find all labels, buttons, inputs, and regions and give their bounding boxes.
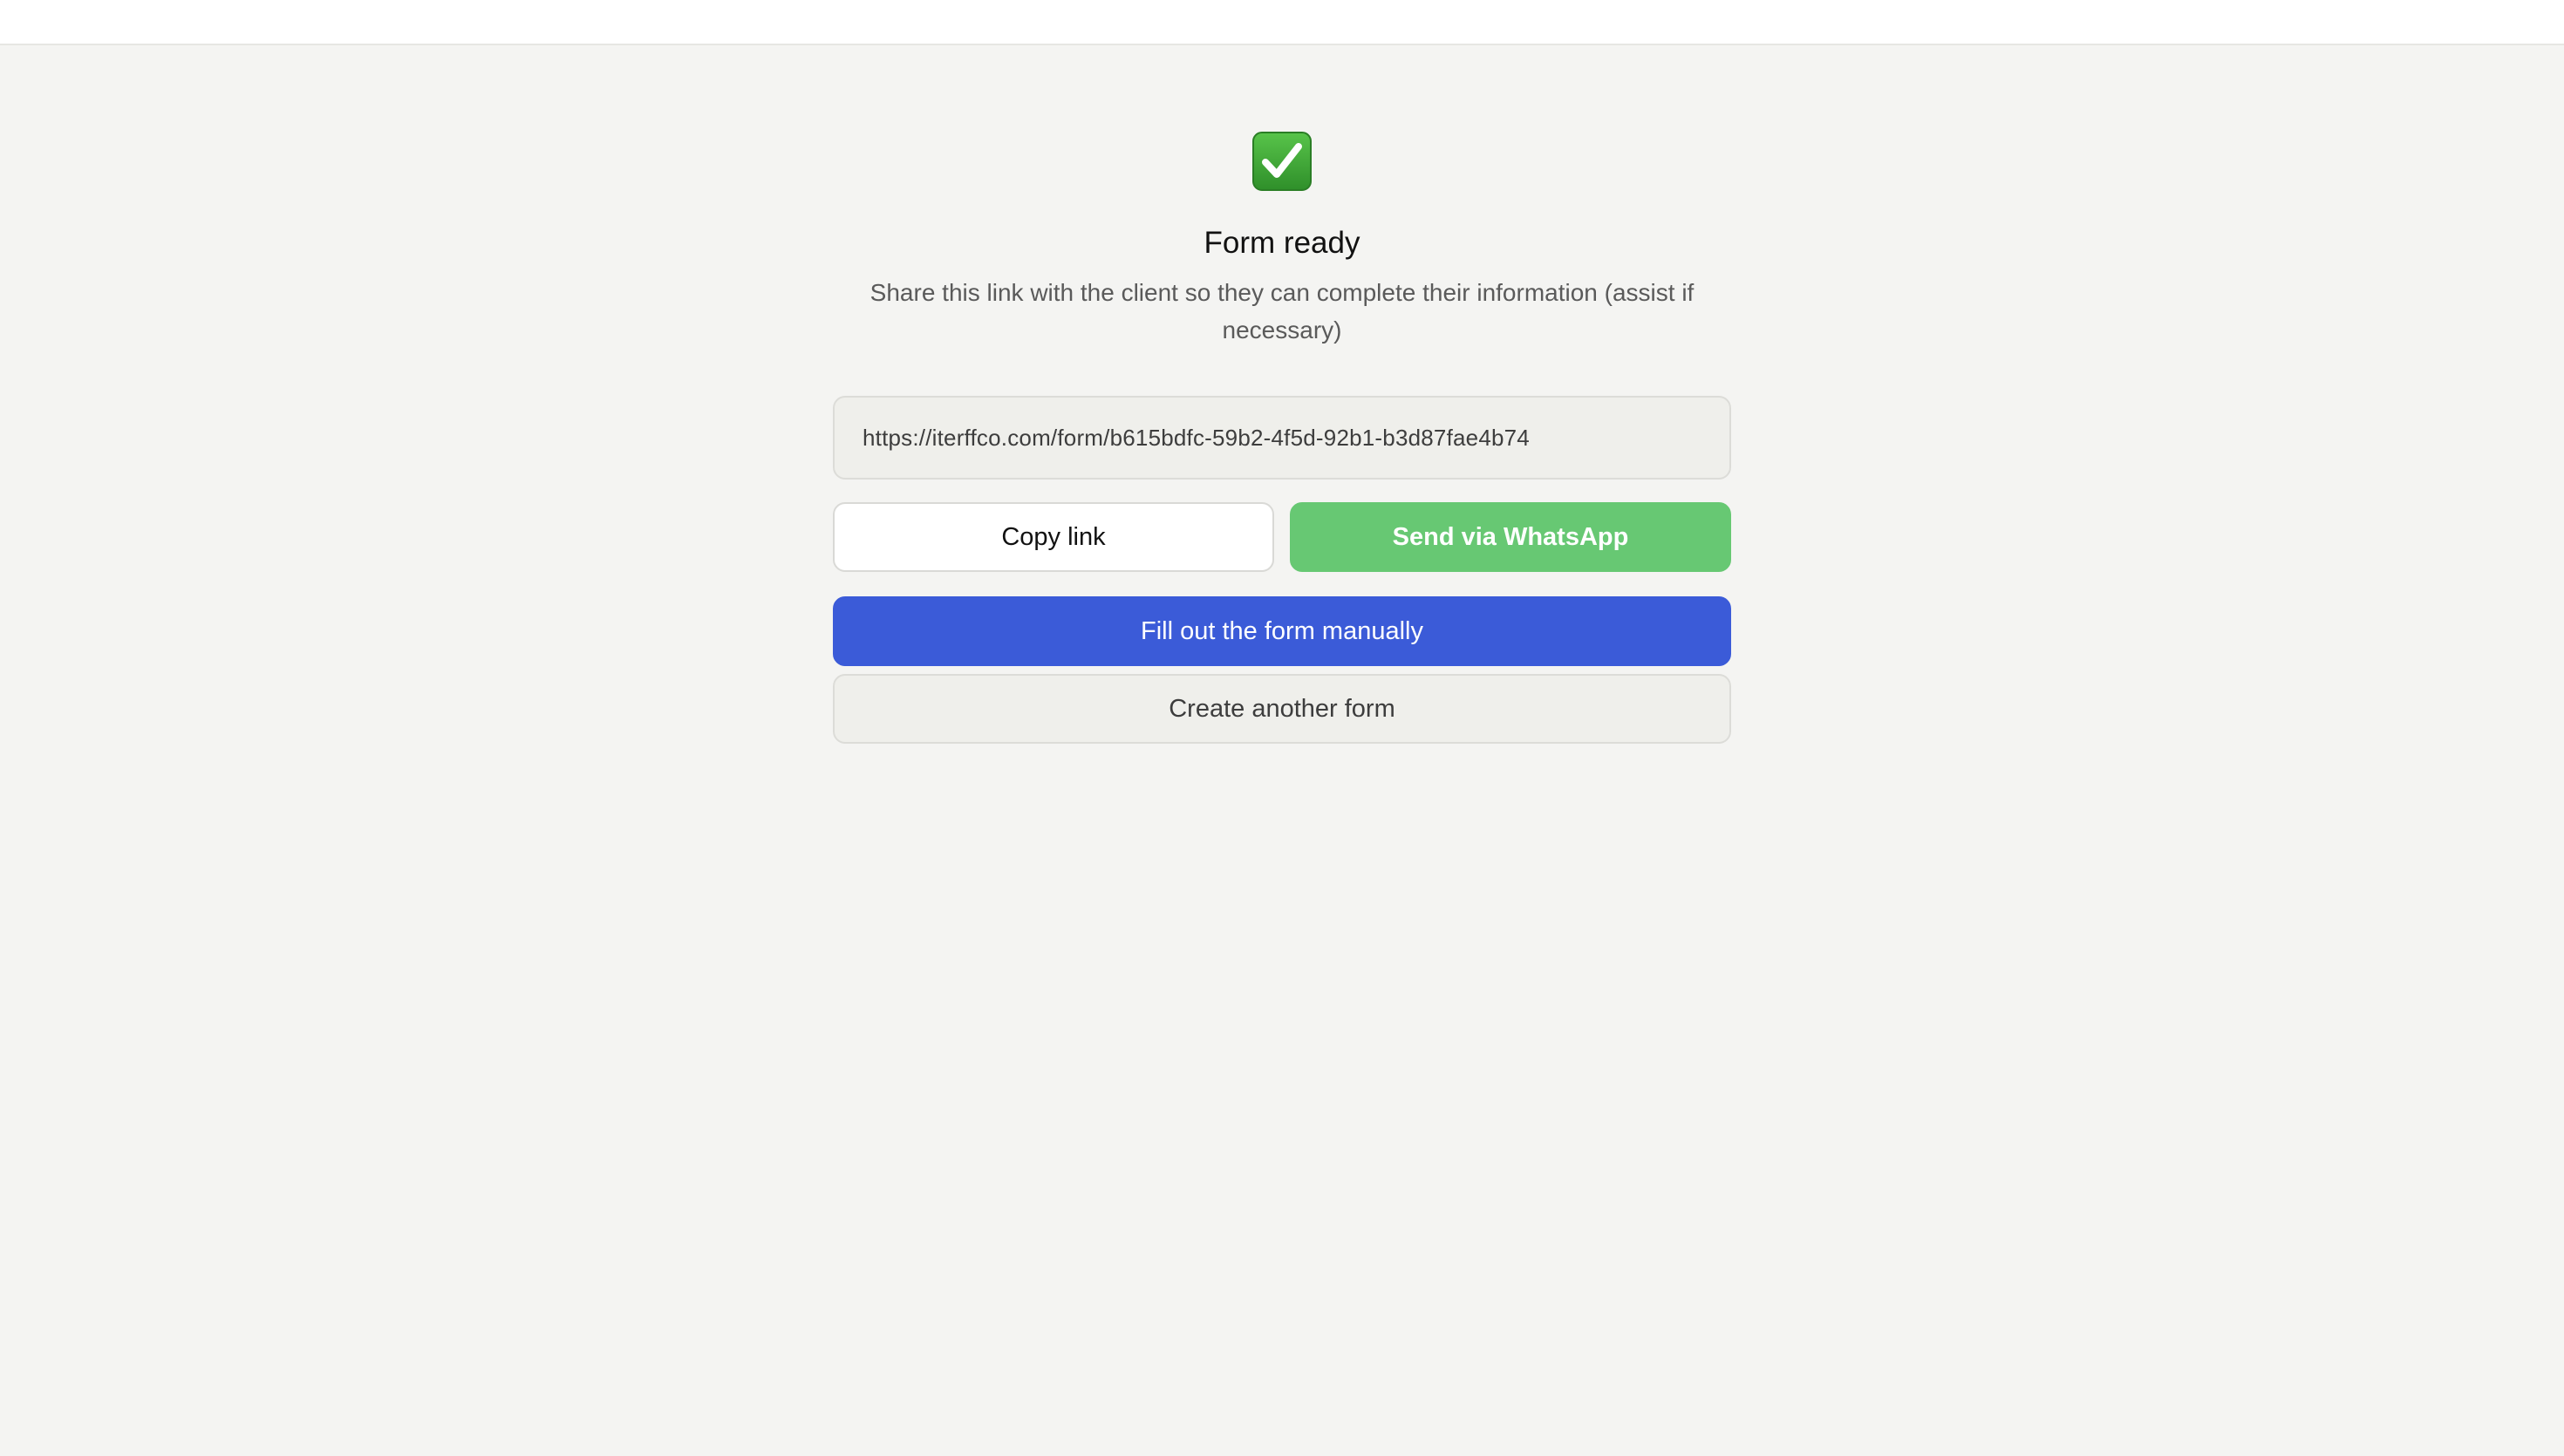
check-mark-button-icon: [1252, 132, 1312, 191]
top-bar: [0, 0, 2564, 45]
share-actions: Copy link Send via WhatsApp: [833, 502, 1731, 572]
page-title: Form ready: [1204, 226, 1360, 260]
form-link-field[interactable]: https://iterffco.com/form/b615bdfc-59b2-…: [833, 396, 1731, 480]
fill-manually-button[interactable]: Fill out the form manually: [833, 596, 1731, 666]
page-description: Share this link with the client so they …: [869, 279, 1695, 344]
copy-link-button[interactable]: Copy link: [833, 502, 1274, 572]
create-another-form-button[interactable]: Create another form: [833, 674, 1731, 744]
send-whatsapp-button[interactable]: Send via WhatsApp: [1290, 502, 1731, 572]
form-ready-panel: Form ready Share this link with the clie…: [833, 131, 1731, 744]
